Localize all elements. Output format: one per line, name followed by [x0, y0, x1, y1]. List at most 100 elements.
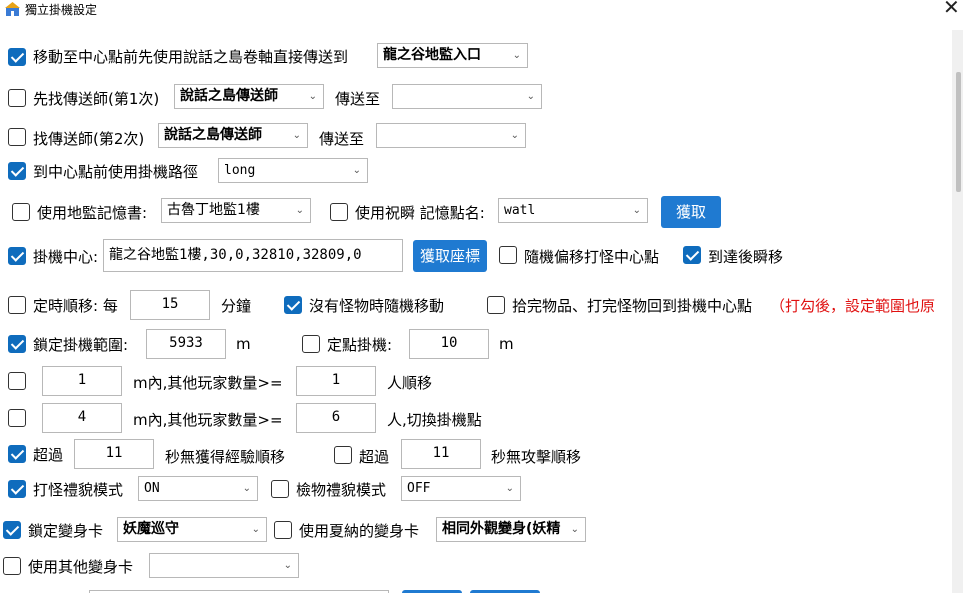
return-note-warning: （打勾後，設定範圍也原	[770, 297, 936, 315]
label-idle-center: 掛機中心:	[33, 248, 99, 266]
player-range-input-1[interactable]: 1	[42, 366, 122, 396]
label-no-monster-move: 沒有怪物時隨機移動	[309, 297, 445, 315]
chevron-down-icon: ⌄	[570, 524, 579, 535]
select-pick-polite[interactable]: OFF ⌄	[401, 476, 521, 501]
checkbox-dungeon-book[interactable]	[12, 203, 30, 221]
checkbox-bless-teleport[interactable]	[330, 203, 348, 221]
label-random-offset: 隨機偏移打怪中心點	[524, 248, 660, 266]
label-lock-morph: 鎖定變身卡	[28, 522, 104, 540]
checkbox-no-monster-move[interactable]	[284, 296, 302, 314]
no-attack-seconds-input[interactable]: 11	[401, 439, 481, 469]
chevron-down-icon: ⌄	[510, 130, 519, 141]
player-count-input-1[interactable]: 1	[296, 366, 376, 396]
checkbox-teleport-after-arrival[interactable]	[683, 246, 701, 264]
label-player-count-suffix-1: 人順移	[387, 374, 433, 392]
checkbox-other-morph[interactable]	[3, 557, 21, 575]
label-timed-teleport: 定時順移: 每	[33, 297, 118, 315]
scrollbar-thumb[interactable]	[956, 72, 961, 192]
checkbox-player-count-teleport[interactable]	[8, 372, 26, 390]
label-exceed-1: 超過	[33, 446, 64, 464]
checkbox-random-offset[interactable]	[499, 246, 517, 264]
checkbox-lock-range[interactable]	[8, 335, 26, 353]
select-memory-point[interactable]: watl ⌄	[498, 198, 648, 223]
select-morph-card[interactable]: 妖魔巡守 ⌄	[117, 517, 267, 542]
label-other-morph: 使用其他變身卡	[28, 558, 134, 576]
checkbox-summer-morph[interactable]	[274, 521, 292, 539]
no-exp-seconds-input[interactable]: 11	[74, 439, 154, 469]
label-player-count-suffix-2: 人,切換掛機點	[387, 411, 482, 429]
checkbox-no-attack-teleport[interactable]	[334, 446, 352, 464]
chevron-down-icon: ⌄	[632, 205, 641, 216]
checkbox-timed-teleport[interactable]	[8, 296, 26, 314]
label-player-count-1: m內,其他玩家數量>=	[133, 374, 283, 392]
chevron-down-icon: ⌄	[512, 50, 521, 61]
player-range-input-2[interactable]: 4	[42, 403, 122, 433]
label-fixed-point: 定點掛機:	[327, 336, 393, 354]
window-title: 獨立掛機設定	[25, 3, 98, 17]
select-teleporter-1[interactable]: 說話之島傳送師 ⌄	[174, 84, 324, 109]
checkbox-pick-polite[interactable]	[271, 480, 289, 498]
get-coordinates-button[interactable]: 獲取座標	[413, 240, 487, 272]
chevron-down-icon: ⌄	[251, 524, 260, 535]
chevron-down-icon: ⌄	[242, 483, 251, 494]
label-scroll-teleport: 移動至中心點前先使用說話之島卷軸直接傳送到	[33, 48, 349, 66]
select-teleport-dest-1[interactable]: ⌄	[392, 84, 542, 109]
checkbox-find-teleporter-2[interactable]	[8, 128, 26, 146]
checkbox-return-to-center[interactable]	[487, 296, 505, 314]
select-path[interactable]: long ⌄	[218, 158, 368, 183]
label-bless-teleport: 使用祝瞬 記憶點名:	[355, 204, 485, 222]
checkbox-lock-morph[interactable]	[3, 521, 21, 539]
select-dungeon-book[interactable]: 古魯丁地監1樓 ⌄	[161, 198, 311, 223]
label-teleport-after-arrival: 到達後瞬移	[708, 248, 784, 266]
label-player-count-2: m內,其他玩家數量>=	[133, 411, 283, 429]
title-bar: 獨立掛機設定 ✕	[0, 0, 963, 30]
center-coordinates-input[interactable]: 龍之谷地監1樓,30,0,32810,32809,0	[103, 239, 403, 272]
checkbox-find-teleporter-1[interactable]	[8, 89, 26, 107]
checkbox-fight-polite[interactable]	[8, 480, 26, 498]
label-return-to-center: 拾完物品、打完怪物回到掛機中心點	[512, 297, 753, 315]
select-teleporter-2[interactable]: 說話之島傳送師 ⌄	[158, 123, 308, 148]
checkbox-idle-center[interactable]	[8, 247, 26, 265]
label-no-exp-teleport: 秒無獲得經驗順移	[165, 448, 286, 466]
label-fixed-point-unit: m	[499, 335, 514, 353]
fixed-point-input[interactable]: 10	[409, 329, 489, 359]
checkbox-player-count-switch[interactable]	[8, 409, 26, 427]
label-minutes: 分鐘	[221, 297, 252, 315]
label-summer-morph: 使用夏納的變身卡	[299, 522, 420, 540]
fetch-button[interactable]: 獲取	[661, 196, 721, 228]
checkbox-fixed-point[interactable]	[302, 335, 320, 353]
chevron-down-icon: ⌄	[295, 205, 304, 216]
label-lock-range: 鎖定掛機範圍:	[33, 336, 129, 354]
timed-teleport-minutes-input[interactable]: 15	[130, 290, 210, 320]
label-use-path: 到中心點前使用掛機路徑	[33, 163, 199, 181]
label-find-teleporter-2: 找傳送師(第2次)	[33, 130, 145, 148]
select-summer-morph[interactable]: 相同外觀變身(妖精 ⌄	[436, 517, 586, 542]
label-fight-polite: 打怪禮貌模式	[33, 481, 124, 499]
select-scroll-destination[interactable]: 龍之谷地監入口 ⌄	[377, 43, 528, 68]
select-fight-polite[interactable]: ON ⌄	[138, 476, 258, 501]
app-icon	[5, 2, 20, 16]
chevron-down-icon: ⌄	[308, 91, 317, 102]
label-pick-polite: 檢物禮貌模式	[296, 481, 387, 499]
label-no-attack-teleport: 秒無攻擊順移	[491, 448, 582, 466]
vertical-scrollbar[interactable]	[952, 30, 963, 593]
chevron-down-icon: ⌄	[283, 560, 292, 571]
label-exceed-2: 超過	[359, 448, 390, 466]
chevron-down-icon: ⌄	[505, 483, 514, 494]
select-other-morph[interactable]: ⌄	[149, 553, 299, 578]
label-teleport-to-2: 傳送至	[319, 130, 365, 148]
lock-range-input[interactable]: 5933	[146, 329, 226, 359]
checkbox-no-exp-teleport[interactable]	[8, 445, 26, 463]
label-dungeon-book: 使用地監記憶書:	[37, 204, 148, 222]
label-lock-range-unit: m	[236, 335, 251, 353]
checkbox-use-path[interactable]	[8, 162, 26, 180]
chevron-down-icon: ⌄	[526, 91, 535, 102]
select-teleport-dest-2[interactable]: ⌄	[376, 123, 526, 148]
chevron-down-icon: ⌄	[292, 130, 301, 141]
close-icon[interactable]: ✕	[943, 0, 960, 17]
label-teleport-to-1: 傳送至	[335, 90, 381, 108]
label-find-teleporter-1: 先找傳送師(第1次)	[33, 90, 160, 108]
chevron-down-icon: ⌄	[352, 165, 361, 176]
checkbox-scroll-teleport[interactable]	[8, 48, 26, 66]
player-count-input-2[interactable]: 6	[296, 403, 376, 433]
